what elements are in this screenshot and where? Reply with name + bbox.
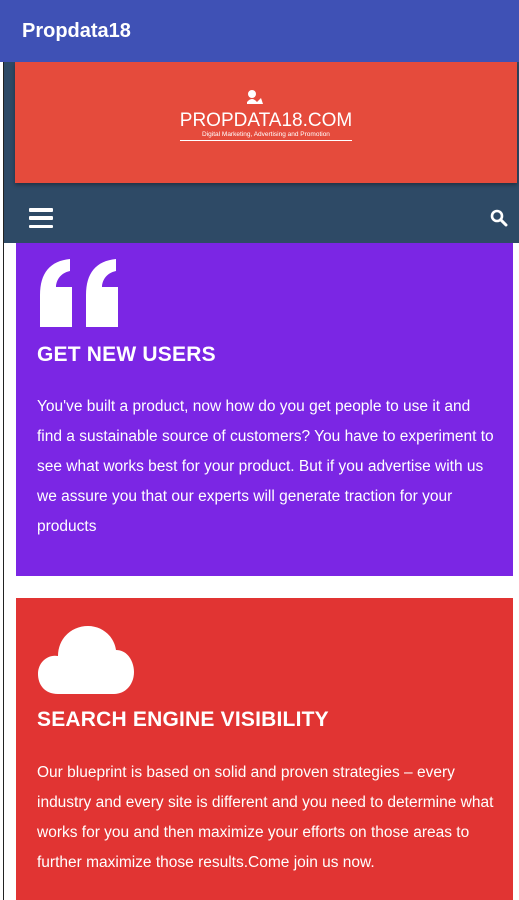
- quote-icon: [40, 259, 118, 327]
- card-body: You've built a product, now how do you g…: [37, 398, 494, 535]
- card-body: Our blueprint is based on solid and prov…: [37, 764, 494, 871]
- card-title: SEARCH ENGINE VISIBILITY: [37, 708, 329, 731]
- site-navbar: [4, 193, 519, 243]
- webview[interactable]: PROPDATA18.COM Digital Marketing, Advert…: [3, 62, 519, 900]
- hamburger-menu-icon[interactable]: [29, 208, 53, 228]
- feature-card-search-engine-visibility: SEARCH ENGINE VISIBILITY Our blueprint i…: [16, 598, 513, 900]
- cloud-icon: [38, 626, 134, 694]
- search-icon[interactable]: [490, 209, 508, 227]
- feature-card-get-new-users: GET NEW USERS You've built a product, no…: [16, 243, 513, 576]
- logo-tagline: Digital Marketing, Advertising and Promo…: [179, 131, 353, 141]
- logo-mark-icon: [246, 90, 263, 104]
- site-banner: PROPDATA18.COM Digital Marketing, Advert…: [15, 62, 517, 183]
- app-bar: Propdata18: [0, 0, 519, 62]
- app-title: Propdata18: [22, 19, 131, 42]
- card-title: GET NEW USERS: [37, 343, 216, 366]
- site-logo[interactable]: PROPDATA18.COM Digital Marketing, Advert…: [179, 90, 353, 141]
- site-header: PROPDATA18.COM Digital Marketing, Advert…: [4, 62, 519, 243]
- logo-text: PROPDATA18.COM: [179, 110, 353, 131]
